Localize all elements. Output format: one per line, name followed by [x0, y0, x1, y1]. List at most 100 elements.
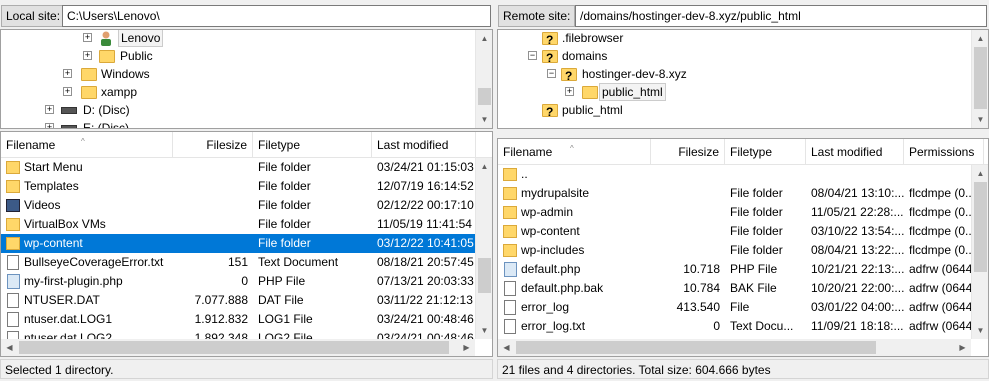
file-name: Templates	[24, 179, 79, 193]
scrollbar-thumb[interactable]	[478, 88, 491, 105]
file-row[interactable]: VirtualBox VMs File folder 11/05/19 11:41:…	[1, 215, 475, 234]
file-modified: 10/21/21 22:13:...	[811, 262, 904, 276]
scrollbar-thumb[interactable]	[19, 341, 449, 354]
file-row[interactable]: wp-includes File folder 08/04/21 13:22:...…	[498, 241, 972, 260]
file-row[interactable]: error_log 413.540 File 03/01/22 04:00:... ad…	[498, 298, 972, 317]
column-label: Last modified	[811, 145, 883, 159]
file-row[interactable]: wp-content File folder 03/10/22 13:54:... f…	[498, 222, 972, 241]
scroll-left-icon[interactable]: ◀	[1, 339, 18, 356]
file-permissions: flcdmpe (0...	[909, 224, 972, 238]
file-row[interactable]: Videos File folder 02/12/22 00:17:10	[1, 196, 475, 215]
local-path-input[interactable]: C:\Users\Lenovo\	[62, 5, 491, 27]
file-type: PHP File	[730, 262, 778, 276]
file-row[interactable]: ..	[498, 165, 971, 184]
expand-icon[interactable]: +	[63, 87, 72, 96]
file-name: wp-content	[24, 236, 83, 250]
remote-list-vscrollbar[interactable]: ▲ ▼	[971, 165, 988, 339]
file-size: 151	[227, 255, 248, 269]
column-filename[interactable]: ^ Filename	[1, 132, 173, 158]
local-directory-tree[interactable]: + Lenovo + Public + Windows + xampp + D:…	[0, 29, 493, 129]
folder-icon	[503, 187, 517, 200]
column-filesize[interactable]: Filesize	[173, 132, 253, 158]
file-row[interactable]: NTUSER.DAT 7.077.888 DAT File 03/11/22 21:1…	[1, 291, 475, 310]
tree-item-label: E: (Disc)	[83, 121, 129, 129]
file-type: File folder	[258, 236, 311, 250]
file-row[interactable]: ntuser.dat.LOG1 1.912.832 LOG1 File 03/24/2…	[1, 310, 475, 329]
file-row[interactable]: default.php 10.718 PHP File 10/21/21 22:13:…	[498, 260, 972, 279]
file-row[interactable]: BullseyeCoverageError.txt 151 Text Documen…	[1, 253, 475, 272]
column-filetype[interactable]: Filetype	[253, 132, 372, 158]
local-tree-scrollbar[interactable]: ▲ ▼	[475, 30, 492, 128]
remote-tree-scrollbar[interactable]: ▲ ▼	[971, 30, 988, 128]
expand-icon[interactable]: +	[45, 123, 54, 128]
file-name: NTUSER.DAT	[24, 293, 100, 307]
tree-item-label: Public	[120, 49, 153, 63]
column-last-modified[interactable]: Last modified	[806, 139, 904, 165]
file-type: Text Docu...	[730, 319, 794, 333]
collapse-icon[interactable]: −	[547, 69, 556, 78]
file-modified: 03/01/22 04:00:...	[811, 300, 904, 314]
expand-icon[interactable]: +	[565, 87, 574, 96]
file-row[interactable]: Start Menu File folder 03/24/21 01:15:03	[1, 158, 475, 177]
local-file-list[interactable]: ^ Filename Filesize Filetype Last modifi…	[0, 131, 493, 357]
local-list-vscrollbar[interactable]: ▲ ▼	[475, 158, 492, 339]
local-status-bar: Selected 1 directory.	[0, 359, 493, 379]
scroll-left-icon[interactable]: ◀	[498, 339, 515, 356]
scroll-up-icon[interactable]: ▲	[972, 165, 988, 182]
remote-path-input[interactable]: /domains/hostinger-dev-8.xyz/public_html	[575, 5, 987, 27]
expand-icon[interactable]: +	[45, 105, 54, 114]
scroll-up-icon[interactable]: ▲	[476, 30, 492, 47]
file-row[interactable]: Templates File folder 12/07/19 16:14:52	[1, 177, 475, 196]
file-type: Text Document	[258, 255, 339, 269]
remote-file-list[interactable]: ^ Filename Filesize Filetype Last modifi…	[497, 138, 989, 357]
scroll-down-icon[interactable]: ▼	[972, 322, 988, 339]
scroll-up-icon[interactable]: ▲	[476, 158, 492, 175]
local-list-hscrollbar[interactable]: ◀ ▶	[1, 339, 475, 356]
file-row[interactable]: error_log.txt 0 Text Docu... 11/09/21 18:18…	[498, 317, 972, 336]
expand-icon[interactable]: +	[63, 69, 72, 78]
local-pane: Local site: C:\Users\Lenovo\ + Lenovo + …	[0, 0, 493, 381]
scroll-down-icon[interactable]: ▼	[476, 111, 492, 128]
column-filetype[interactable]: Filetype	[725, 139, 806, 165]
expand-icon[interactable]: +	[83, 33, 92, 42]
file-type: DAT File	[258, 293, 304, 307]
expand-icon[interactable]: +	[83, 51, 92, 60]
file-type: File folder	[730, 224, 783, 238]
file-row[interactable]: wp-admin File folder 11/05/21 22:28:... flc…	[498, 203, 972, 222]
column-last-modified[interactable]: Last modified	[372, 132, 476, 158]
collapse-icon[interactable]: −	[528, 51, 537, 60]
folder-icon	[99, 50, 115, 63]
file-type: File folder	[258, 198, 311, 212]
file-name: my-first-plugin.php	[24, 274, 123, 288]
scrollbar-thumb[interactable]	[974, 182, 987, 272]
scroll-down-icon[interactable]: ▼	[476, 322, 492, 339]
scrollbar-thumb[interactable]	[974, 47, 987, 109]
remote-pane: Remote site: /domains/hostinger-dev-8.xy…	[497, 0, 989, 381]
file-row[interactable]: my-first-plugin.php 0 PHP File 07/13/21 20:…	[1, 272, 475, 291]
tree-item-label: D: (Disc)	[83, 103, 130, 117]
file-size	[173, 215, 253, 234]
file-row[interactable]: default.php.bak 10.784 BAK File 10/20/21 22…	[498, 279, 972, 298]
scroll-right-icon[interactable]: ▶	[458, 339, 475, 356]
file-row[interactable]: mydrupalsite File folder 08/04/21 13:10:..…	[498, 184, 972, 203]
scroll-up-icon[interactable]: ▲	[972, 30, 988, 47]
file-size: 0	[241, 274, 248, 288]
remote-directory-tree[interactable]: .filebrowser − domains − hostinger-dev-8…	[497, 29, 989, 129]
file-permissions: flcdmpe (0...	[909, 186, 972, 200]
column-label: Filetype	[258, 138, 301, 152]
file-name: default.php.bak	[521, 281, 604, 295]
scrollbar-thumb[interactable]	[516, 341, 876, 354]
file-name: error_log.txt	[521, 319, 586, 333]
column-permissions[interactable]: Permissions	[904, 139, 984, 165]
file-row[interactable]: wp-content File folder 03/12/22 10:41:05	[1, 234, 475, 253]
column-filename[interactable]: ^ Filename	[498, 139, 651, 165]
file-size	[651, 241, 725, 260]
scrollbar-thumb[interactable]	[478, 258, 491, 293]
remote-list-hscrollbar[interactable]: ◀ ▶	[498, 339, 971, 356]
file-name: wp-admin	[521, 205, 574, 219]
scroll-down-icon[interactable]: ▼	[972, 111, 988, 128]
file-size: 10.718	[683, 262, 720, 276]
column-filesize[interactable]: Filesize	[651, 139, 725, 165]
file-type: File folder	[258, 179, 311, 193]
scroll-right-icon[interactable]: ▶	[954, 339, 971, 356]
